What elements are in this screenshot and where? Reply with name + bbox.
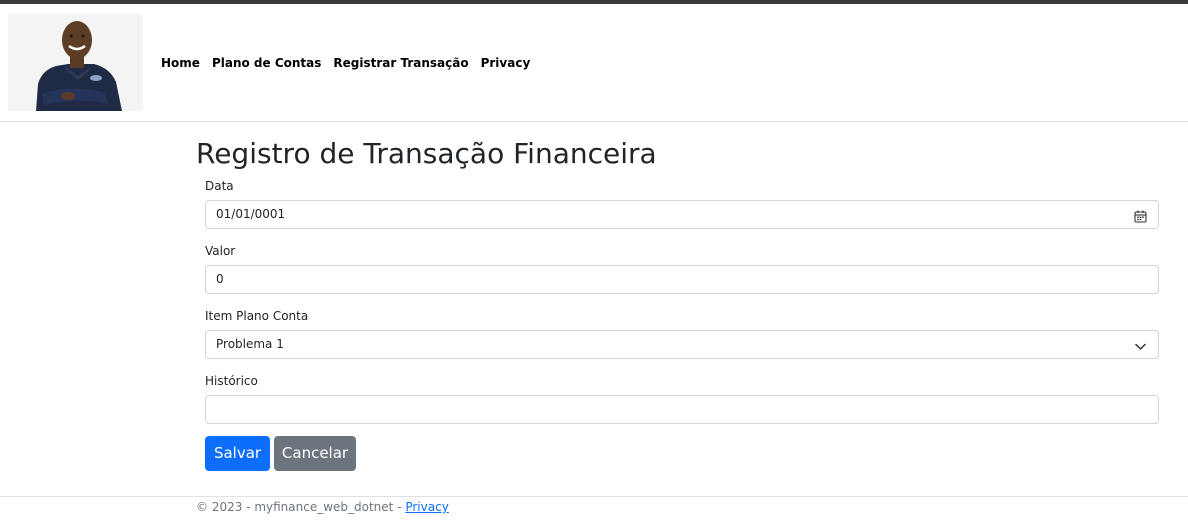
item-plano-conta-label: Item Plano Conta	[205, 309, 309, 323]
valor-value: 0	[216, 272, 224, 286]
historico-label: Histórico	[205, 374, 258, 388]
footer-divider	[0, 496, 1188, 497]
nav-link-plano-de-contas[interactable]: Plano de Contas	[212, 54, 321, 72]
nav-link-home[interactable]: Home	[161, 54, 200, 72]
page-title: Registro de Transação Financeira	[196, 137, 657, 170]
cancel-button[interactable]: Cancelar	[274, 436, 356, 471]
person-photo	[8, 14, 143, 111]
navbar: Home Plano de Contas Registrar Transação…	[0, 4, 1188, 122]
historico-input[interactable]	[205, 395, 1159, 424]
nav-link-privacy[interactable]: Privacy	[481, 54, 531, 72]
nav-link-registrar-transacao[interactable]: Registrar Transação	[333, 54, 468, 72]
chevron-down-icon	[1134, 338, 1147, 351]
valor-label: Valor	[205, 244, 236, 258]
calendar-icon[interactable]	[1134, 208, 1147, 223]
footer-text: © 2023 - myfinance_web_dotnet -	[196, 500, 406, 514]
logo-image[interactable]	[8, 14, 143, 111]
item-plano-conta-selected: Problema 1	[216, 337, 284, 351]
footer-privacy-link[interactable]: Privacy	[405, 500, 448, 514]
data-date-input[interactable]: 01/01/0001	[205, 200, 1159, 229]
valor-input[interactable]: 0	[205, 265, 1159, 294]
data-label: Data	[205, 179, 234, 193]
data-value: 01/01/0001	[216, 207, 286, 221]
item-plano-conta-select[interactable]: Problema 1	[205, 330, 1159, 359]
main-nav: Home Plano de Contas Registrar Transação…	[161, 54, 530, 72]
footer: © 2023 - myfinance_web_dotnet - Privacy	[196, 499, 449, 515]
save-button[interactable]: Salvar	[205, 436, 270, 471]
